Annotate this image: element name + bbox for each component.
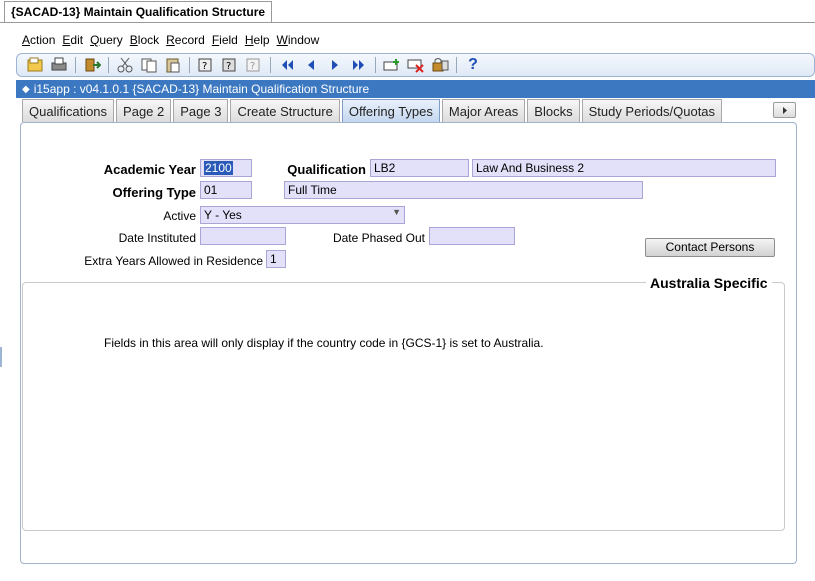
toolbar-separator — [456, 57, 457, 73]
enter-query-icon[interactable]: ? — [196, 56, 216, 74]
svg-text:?: ? — [250, 61, 255, 72]
window-title-tab: {SACAD-13} Maintain Qualification Struct… — [4, 1, 273, 23]
help-icon[interactable]: ? — [463, 56, 483, 74]
tab-scroll-right-button[interactable] — [773, 102, 796, 118]
menu-help[interactable]: Help — [245, 33, 275, 47]
tab-qualifications[interactable]: Qualifications — [22, 99, 115, 122]
left-edge-marker — [0, 347, 2, 367]
offering-type-label: Offering Type — [112, 185, 196, 200]
date-instituted-field[interactable] — [200, 227, 286, 245]
app-title: i15app : v04.1.0.1 {SACAD-13} Maintain Q… — [33, 82, 370, 96]
toolbar-separator — [189, 57, 190, 73]
tab-offering-types[interactable]: Offering Types — [341, 99, 440, 122]
copy-icon[interactable] — [139, 56, 159, 74]
app-icon: ◆ — [22, 83, 30, 95]
tab-study-periods-quotas[interactable]: Study Periods/Quotas — [581, 99, 723, 122]
toolbar-separator — [270, 57, 271, 73]
tab-page-2[interactable]: Page 2 — [116, 99, 172, 122]
date-phased-out-label: Date Phased Out — [332, 231, 425, 245]
menu-window[interactable]: Window — [277, 33, 325, 47]
menu-field[interactable]: Field — [212, 33, 243, 47]
toolbar-separator — [375, 57, 376, 73]
cancel-query-icon[interactable]: ? — [244, 56, 264, 74]
contact-persons-button[interactable]: Contact Persons — [645, 238, 775, 257]
toolbar-separator — [108, 57, 109, 73]
previous-record-icon[interactable] — [301, 56, 321, 74]
title-divider — [0, 22, 815, 23]
date-instituted-label: Date Instituted — [118, 231, 196, 245]
qualification-label: Qualification — [287, 162, 366, 177]
active-select[interactable]: Y - Yes ▼ — [200, 206, 405, 224]
chevron-down-icon: ▼ — [392, 207, 401, 217]
offering-type-name-field[interactable]: Full Time — [284, 181, 643, 199]
australia-specific-title: Australia Specific — [646, 275, 772, 291]
tab-page-3[interactable]: Page 3 — [173, 99, 229, 122]
next-record-icon[interactable] — [325, 56, 345, 74]
menu-query[interactable]: Query — [90, 33, 128, 47]
menu-edit[interactable]: Edit — [62, 33, 88, 47]
toolbar: ? ? ? ? — [16, 53, 815, 77]
date-phased-out-field[interactable] — [429, 227, 515, 245]
chevron-right-icon — [782, 106, 787, 114]
extra-years-label: Extra Years Allowed in Residence — [84, 254, 263, 268]
qualification-name-field[interactable]: Law And Business 2 — [472, 159, 776, 177]
last-record-icon[interactable] — [349, 56, 369, 74]
active-label: Active — [163, 209, 196, 223]
svg-text:?: ? — [202, 61, 207, 72]
tab-blocks[interactable]: Blocks — [527, 99, 580, 122]
first-record-icon[interactable] — [277, 56, 297, 74]
academic-year-label: Academic Year — [103, 162, 196, 177]
menu-action[interactable]: Action — [22, 33, 60, 47]
extra-years-field[interactable]: 1 — [266, 250, 286, 268]
offering-type-code-field[interactable]: 01 — [200, 181, 252, 199]
toolbar-separator — [75, 57, 76, 73]
insert-record-icon[interactable] — [382, 56, 402, 74]
australia-specific-group — [22, 282, 785, 531]
cut-icon[interactable] — [115, 56, 135, 74]
tab-strip: Qualifications Page 2 Page 3 Create Stru… — [22, 99, 724, 123]
menu-record[interactable]: Record — [166, 33, 210, 47]
save-icon[interactable] — [25, 56, 45, 74]
execute-query-icon[interactable]: ? — [220, 56, 240, 74]
exit-icon[interactable] — [82, 56, 102, 74]
paste-icon[interactable] — [163, 56, 183, 74]
menu-bar: Action Edit Query Block Record Field Hel… — [22, 33, 326, 47]
svg-text:?: ? — [226, 61, 231, 72]
print-icon[interactable] — [49, 56, 69, 74]
lock-record-icon[interactable] — [430, 56, 450, 74]
tab-create-structure[interactable]: Create Structure — [230, 99, 340, 122]
window-title: {SACAD-13} Maintain Qualification Struct… — [11, 5, 266, 19]
academic-year-field[interactable]: 2100 — [200, 159, 252, 177]
menu-block[interactable]: Block — [130, 33, 164, 47]
tab-major-areas[interactable]: Major Areas — [441, 99, 526, 122]
app-title-bar: ◆ i15app : v04.1.0.1 {SACAD-13} Maintain… — [16, 80, 815, 98]
australia-info-text: Fields in this area will only display if… — [104, 336, 544, 350]
delete-record-icon[interactable] — [406, 56, 426, 74]
qualification-code-field[interactable]: LB2 — [370, 159, 469, 177]
